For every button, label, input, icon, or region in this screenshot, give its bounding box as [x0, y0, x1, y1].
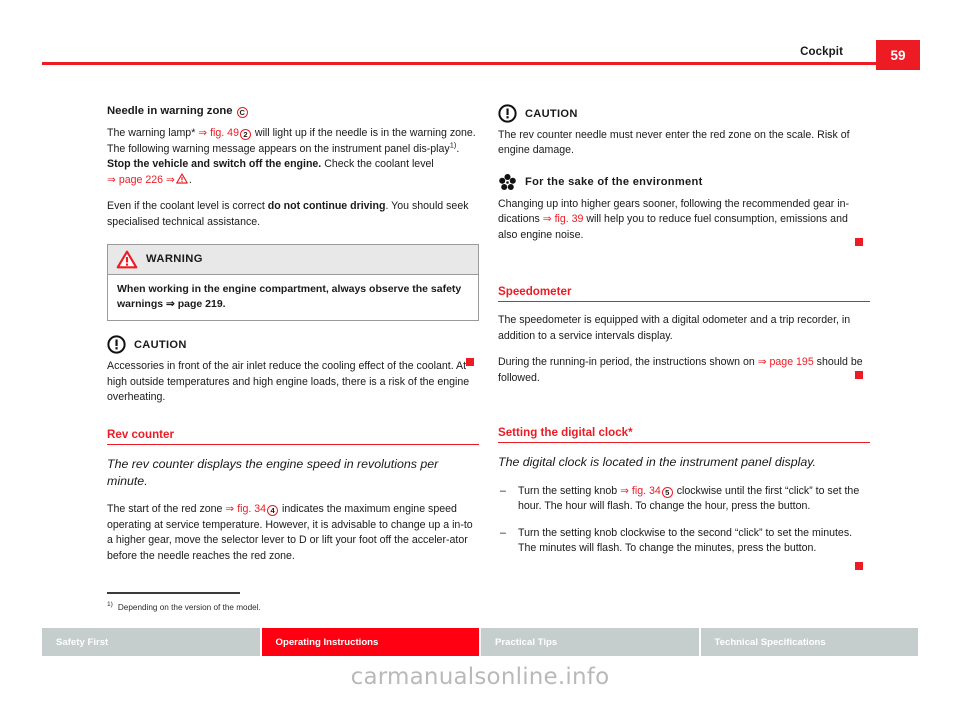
- warning-box-text: When working in the engine compartment, …: [117, 282, 462, 311]
- needle-warning-zone-heading: Needle in warning zone C: [107, 104, 479, 119]
- environment-notice-label: For the sake of the environment: [525, 176, 703, 189]
- footnote-block: 1) Depending on the version of the model.: [107, 592, 437, 613]
- page-195-reference: ⇒ page 195: [757, 356, 814, 369]
- speedometer-paragraph-1: The speedometer is equipped with a digit…: [498, 314, 851, 342]
- tab-operating-instructions[interactable]: Operating Instructions: [261, 628, 481, 656]
- caution-notice-header: CAUTION: [107, 335, 479, 355]
- list-item: – Turn the setting knob ⇒ fig. 34 5 clockw…: [498, 484, 870, 515]
- section-end-marker: [855, 238, 863, 246]
- tab-technical-specifications[interactable]: Technical Specifications: [700, 628, 918, 656]
- digital-clock-section: Setting the digital clock* The digital c…: [498, 426, 870, 557]
- caution-notice-right: CAUTION The rev counter needle must neve…: [498, 104, 870, 159]
- page-number-badge: 59: [876, 40, 920, 70]
- caution-notice-text: Accessories in front of the air inlet re…: [107, 360, 470, 404]
- rev-counter-paragraph: The start of the red zone ⇒ fig. 34 4 ind…: [107, 502, 479, 564]
- speedo-para2-pre: During the running-in period, the instru…: [498, 356, 758, 369]
- needle-para-punct: .: [456, 142, 460, 155]
- tab-label: Practical Tips: [495, 636, 558, 648]
- rev-counter-section-title: Rev counter: [107, 428, 479, 445]
- warning-box-label: WARNING: [146, 253, 203, 266]
- needle-para-period: .: [188, 173, 192, 186]
- fig-39-reference: ⇒ fig. 39: [542, 213, 584, 226]
- digital-clock-lead-text: The digital clock is located in the inst…: [498, 455, 816, 470]
- fig-34-reference-clock: ⇒ fig. 34: [620, 484, 661, 497]
- section-end-marker: [855, 562, 863, 570]
- reference-marker-5: 5: [661, 486, 673, 498]
- page-title: Cockpit: [800, 46, 843, 58]
- footnote-divider-rule: [107, 592, 240, 594]
- caution-notice-label: CAUTION: [134, 338, 187, 351]
- digital-clock-section-title: Setting the digital clock*: [498, 426, 870, 444]
- needle-para-pre: The warning lamp*: [107, 127, 199, 140]
- reference-marker-c: C: [236, 107, 248, 118]
- caution-exclamation-icon: [498, 104, 517, 123]
- dash-bullet-icon: –: [500, 526, 506, 539]
- caution-notice-text-right: The rev counter needle must never enter …: [498, 129, 850, 157]
- header-divider-rule: [42, 62, 880, 65]
- warning-box-header: WARNING: [108, 244, 478, 275]
- speedometer-section: Speedometer The speedometer is equipped …: [498, 285, 870, 386]
- needle-warning-zone-heading-text: Needle in warning zone: [107, 105, 233, 117]
- page-226-reference: ⇒ page 226 ⇒: [107, 173, 175, 186]
- reference-marker-2: 2: [239, 129, 251, 141]
- needle-para-tail: Check the coolant level: [321, 158, 434, 171]
- caution-notice-header-right: CAUTION: [498, 104, 870, 123]
- speedometer-paragraph-2: During the running-in period, the instru…: [498, 355, 870, 386]
- environment-notice-text: Changing up into higher gears sooner, fo…: [498, 197, 870, 243]
- coolant-level-paragraph: Even if the coolant level is correct do …: [107, 199, 479, 230]
- fig-49-reference: ⇒ fig. 49: [198, 127, 239, 140]
- digital-clock-steps-list: – Turn the setting knob ⇒ fig. 34 5 clockw…: [498, 484, 870, 557]
- warning-box: WARNING When working in the engine compa…: [107, 243, 479, 322]
- left-column: Needle in warning zone C The warning lam…: [107, 104, 479, 564]
- page-header: Cockpit 59: [0, 0, 960, 72]
- caution-exclamation-icon: [107, 335, 126, 355]
- dash-bullet-icon: –: [500, 484, 506, 497]
- tab-label: Technical Specifications: [714, 636, 826, 648]
- stop-vehicle-bold-text: Stop the vehicle and switch off the engi…: [107, 158, 322, 171]
- section-end-marker: [855, 371, 863, 379]
- warning-triangle-icon: [175, 173, 188, 184]
- tab-label: Safety First: [56, 636, 109, 648]
- rev-para-pre: The start of the red zone: [107, 503, 226, 516]
- caution-notice-left: CAUTION Accessories in front of the air …: [107, 335, 479, 405]
- warning-triangle-icon: [116, 250, 138, 269]
- rev-counter-section: Rev counter The rev counter displays the…: [107, 428, 479, 564]
- environment-notice-header: For the sake of the environment: [498, 173, 870, 192]
- coolant-para-pre: Even if the coolant level is correct: [107, 200, 268, 213]
- footnote-content: 1) Depending on the version of the model.: [107, 600, 437, 613]
- fig-34-reference: ⇒ fig. 34: [225, 503, 267, 516]
- do-not-continue-driving-bold: do not continue driving: [267, 200, 386, 213]
- clock-step1-pre: Turn the setting knob: [518, 484, 621, 497]
- right-column: CAUTION The rev counter needle must neve…: [498, 104, 870, 568]
- footnote-text-body: Depending on the version of the model.: [117, 602, 261, 612]
- flower-environment-icon: [498, 173, 517, 192]
- reference-marker-4: 4: [267, 505, 279, 517]
- needle-warning-paragraph: The warning lamp* ⇒ fig. 49 2 will light …: [107, 126, 479, 188]
- site-watermark: carmanualsonline.info: [350, 664, 610, 690]
- footer-navigation-tabs: Safety First Operating Instructions Prac…: [42, 628, 918, 656]
- section-end-marker: [466, 358, 474, 366]
- clock-step2-text: Turn the setting knob clockwise to the s…: [518, 526, 853, 555]
- tab-practical-tips[interactable]: Practical Tips: [481, 628, 701, 656]
- caution-notice-label-right: CAUTION: [525, 107, 578, 120]
- rev-counter-lead-text: The rev counter displays the engine spee…: [107, 456, 439, 488]
- footnote-marker: 1): [107, 600, 113, 608]
- speedometer-section-title: Speedometer: [498, 285, 870, 303]
- list-item: – Turn the setting knob clockwise to the …: [498, 526, 870, 557]
- tab-label: Operating Instructions: [275, 636, 379, 648]
- tab-safety-first[interactable]: Safety First: [42, 628, 262, 656]
- environment-notice: For the sake of the environment Changing…: [498, 173, 870, 243]
